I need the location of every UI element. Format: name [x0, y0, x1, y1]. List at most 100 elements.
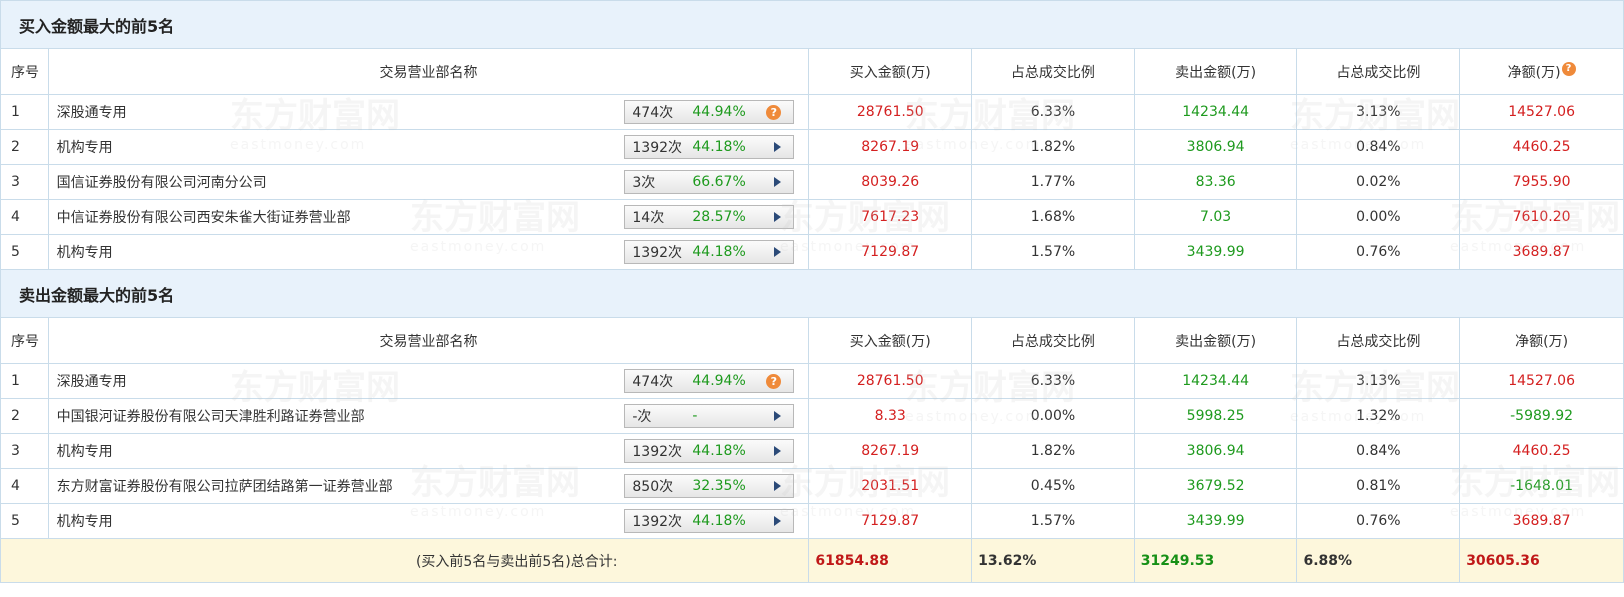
appearance-count: 14次	[632, 210, 665, 226]
help-icon[interactable]: ?	[766, 374, 782, 389]
sell-ratio: 0.02%	[1296, 164, 1461, 200]
header-index: 序号	[0, 48, 49, 95]
row-index: 3	[0, 164, 49, 200]
broker-name-link[interactable]: 深股通专用	[57, 374, 127, 390]
appearance-count: 474次	[632, 105, 674, 121]
header-index-label: 序号	[11, 333, 39, 350]
section-title: 买入金额最大的前5名	[0, 0, 1624, 49]
net-amount: -5989.92	[1459, 398, 1624, 434]
buy-amount: 28761.50	[808, 94, 973, 130]
buy-ratio: 1.77%	[971, 164, 1135, 200]
broker-stats-button[interactable]: 1392次 44.18%	[624, 439, 795, 463]
table-row: 2 中国银河证券股份有限公司天津胜利路证券营业部 -次 - 8.33 0.00% 5998.…	[0, 398, 1624, 434]
sell-ratio: 0.84%	[1296, 433, 1461, 469]
buy-ratio: 1.82%	[971, 129, 1135, 165]
appearance-count: 1392次	[632, 514, 683, 530]
broker-cell: 中信证券股份有限公司西安朱雀大街证券营业部 14次 28.57%	[47, 199, 810, 235]
net-amount: 14527.06	[1459, 363, 1624, 399]
broker-cell: 机构专用 1392次 44.18%	[47, 129, 810, 165]
table-row: 1 深股通专用 474次 44.94%? 28761.50 6.33% 14234.44 3.…	[0, 94, 1624, 130]
broker-cell: 深股通专用 474次 44.94%?	[47, 94, 810, 130]
buy-ratio: 0.45%	[971, 468, 1135, 504]
play-arrow-icon[interactable]	[774, 446, 782, 456]
table-row: 3 机构专用 1392次 44.18% 8267.19 1.82% 3806.94 0.84%…	[0, 433, 1624, 469]
broker-name-link[interactable]: 机构专用	[57, 444, 113, 460]
buy-amount: 28761.50	[808, 363, 973, 399]
header-net-amount: 净额(万)	[1459, 317, 1624, 364]
broker-stats-button[interactable]: 1392次 44.18%	[624, 240, 795, 264]
table-row: 2 机构专用 1392次 44.18% 8267.19 1.82% 3806.94 0.84%…	[0, 129, 1624, 165]
buy-amount: 7129.87	[808, 234, 973, 270]
header-broker-name: 交易营业部名称	[47, 317, 810, 364]
broker-name-link[interactable]: 中国银河证券股份有限公司天津胜利路证券营业部	[57, 409, 365, 425]
header-broker-name-label: 交易营业部名称	[379, 333, 478, 350]
broker-cell: 深股通专用 474次 44.94%?	[47, 363, 810, 399]
play-arrow-icon[interactable]	[774, 516, 782, 526]
header-buy-ratio-label: 占总成交比例	[1010, 64, 1095, 81]
help-icon[interactable]: ?	[1561, 61, 1576, 76]
sell-ratio: 0.00%	[1296, 199, 1461, 235]
net-amount: 3689.87	[1459, 234, 1624, 270]
sell-amount: 3439.99	[1133, 503, 1298, 539]
broker-stats-button[interactable]: 1392次 44.18%	[624, 135, 795, 159]
total-buy-amount: 61854.88	[808, 538, 973, 583]
sell-ratio: 0.76%	[1296, 234, 1461, 270]
play-arrow-icon[interactable]	[774, 481, 782, 491]
broker-stats-button[interactable]: 1392次 44.18%	[624, 509, 795, 533]
win-rate: 44.18%	[692, 244, 746, 260]
win-rate: -	[692, 408, 698, 424]
table-row: 5 机构专用 1392次 44.18% 7129.87 1.57% 3439.99 0.76%…	[0, 503, 1624, 539]
header-buy-ratio-label: 占总成交比例	[1010, 333, 1095, 350]
row-index: 1	[0, 363, 49, 399]
win-rate: 66.67%	[692, 174, 746, 190]
broker-name-link[interactable]: 机构专用	[57, 140, 113, 156]
broker-stats-button[interactable]: 474次 44.94%?	[624, 369, 795, 393]
help-icon[interactable]: ?	[766, 105, 782, 120]
play-arrow-icon[interactable]	[774, 212, 782, 222]
net-amount: 14527.06	[1459, 94, 1624, 130]
broker-stats-button[interactable]: 14次 28.57%	[624, 205, 795, 229]
broker-stats-button[interactable]: 3次 66.67%	[624, 170, 795, 194]
broker-stats-button[interactable]: 474次 44.94%?	[624, 100, 795, 124]
broker-stats-button[interactable]: 850次 32.35%	[624, 474, 795, 498]
row-index: 5	[0, 234, 49, 270]
broker-name-link[interactable]: 国信证券股份有限公司河南分公司	[57, 175, 267, 191]
table-row: 4 东方财富证券股份有限公司拉萨团结路第一证券营业部 850次 32.35% 2031.…	[0, 468, 1624, 504]
buy-amount: 7617.23	[808, 199, 973, 235]
appearance-count: 1392次	[632, 444, 683, 460]
net-amount: 4460.25	[1459, 433, 1624, 469]
total-label: (买入前5名与卖出前5名)总合计:	[0, 538, 810, 583]
win-rate: 44.94%	[692, 104, 746, 120]
broker-name-link[interactable]: 机构专用	[57, 245, 113, 261]
broker-name-link[interactable]: 东方财富证券股份有限公司拉萨团结路第一证券营业部	[57, 479, 393, 495]
header-sell-amount-label: 卖出金额(万)	[1175, 333, 1257, 350]
broker-name-link[interactable]: 深股通专用	[57, 105, 127, 121]
header-net-amount-label: 净额(万)	[1507, 64, 1561, 81]
header-buy-amount-label: 买入金额(万)	[849, 333, 931, 350]
play-arrow-icon[interactable]	[774, 411, 782, 421]
header-sell-ratio-label: 占总成交比例	[1336, 64, 1421, 81]
sell-amount: 7.03	[1133, 199, 1298, 235]
header-net-amount-label: 净额(万)	[1515, 333, 1569, 350]
net-amount: 7955.90	[1459, 164, 1624, 200]
play-arrow-icon[interactable]	[774, 142, 782, 152]
total-sell-ratio: 6.88%	[1296, 538, 1461, 583]
sell-ratio: 0.84%	[1296, 129, 1461, 165]
play-arrow-icon[interactable]	[774, 177, 782, 187]
buy-ratio: 1.68%	[971, 199, 1135, 235]
header-sell-amount: 卖出金额(万)	[1133, 317, 1298, 364]
buy-ratio: 1.57%	[971, 503, 1135, 539]
play-arrow-icon[interactable]	[774, 247, 782, 257]
broker-name-link[interactable]: 中信证券股份有限公司西安朱雀大街证券营业部	[57, 210, 351, 226]
sell-section-title-row: 卖出金额最大的前5名	[0, 269, 1624, 318]
appearance-count: 3次	[632, 175, 656, 191]
table-row: 3 国信证券股份有限公司河南分公司 3次 66.67% 8039.26 1.77% 83.3…	[0, 164, 1624, 200]
header-buy-ratio: 占总成交比例	[971, 317, 1135, 364]
broker-stats-button[interactable]: -次 -	[624, 404, 795, 428]
broker-name-link[interactable]: 机构专用	[57, 514, 113, 530]
sell-ratio: 0.76%	[1296, 503, 1461, 539]
win-rate: 32.35%	[692, 478, 746, 494]
header-broker-name-label: 交易营业部名称	[379, 64, 478, 81]
sell-ratio: 3.13%	[1296, 94, 1461, 130]
sell-amount: 3806.94	[1133, 129, 1298, 165]
